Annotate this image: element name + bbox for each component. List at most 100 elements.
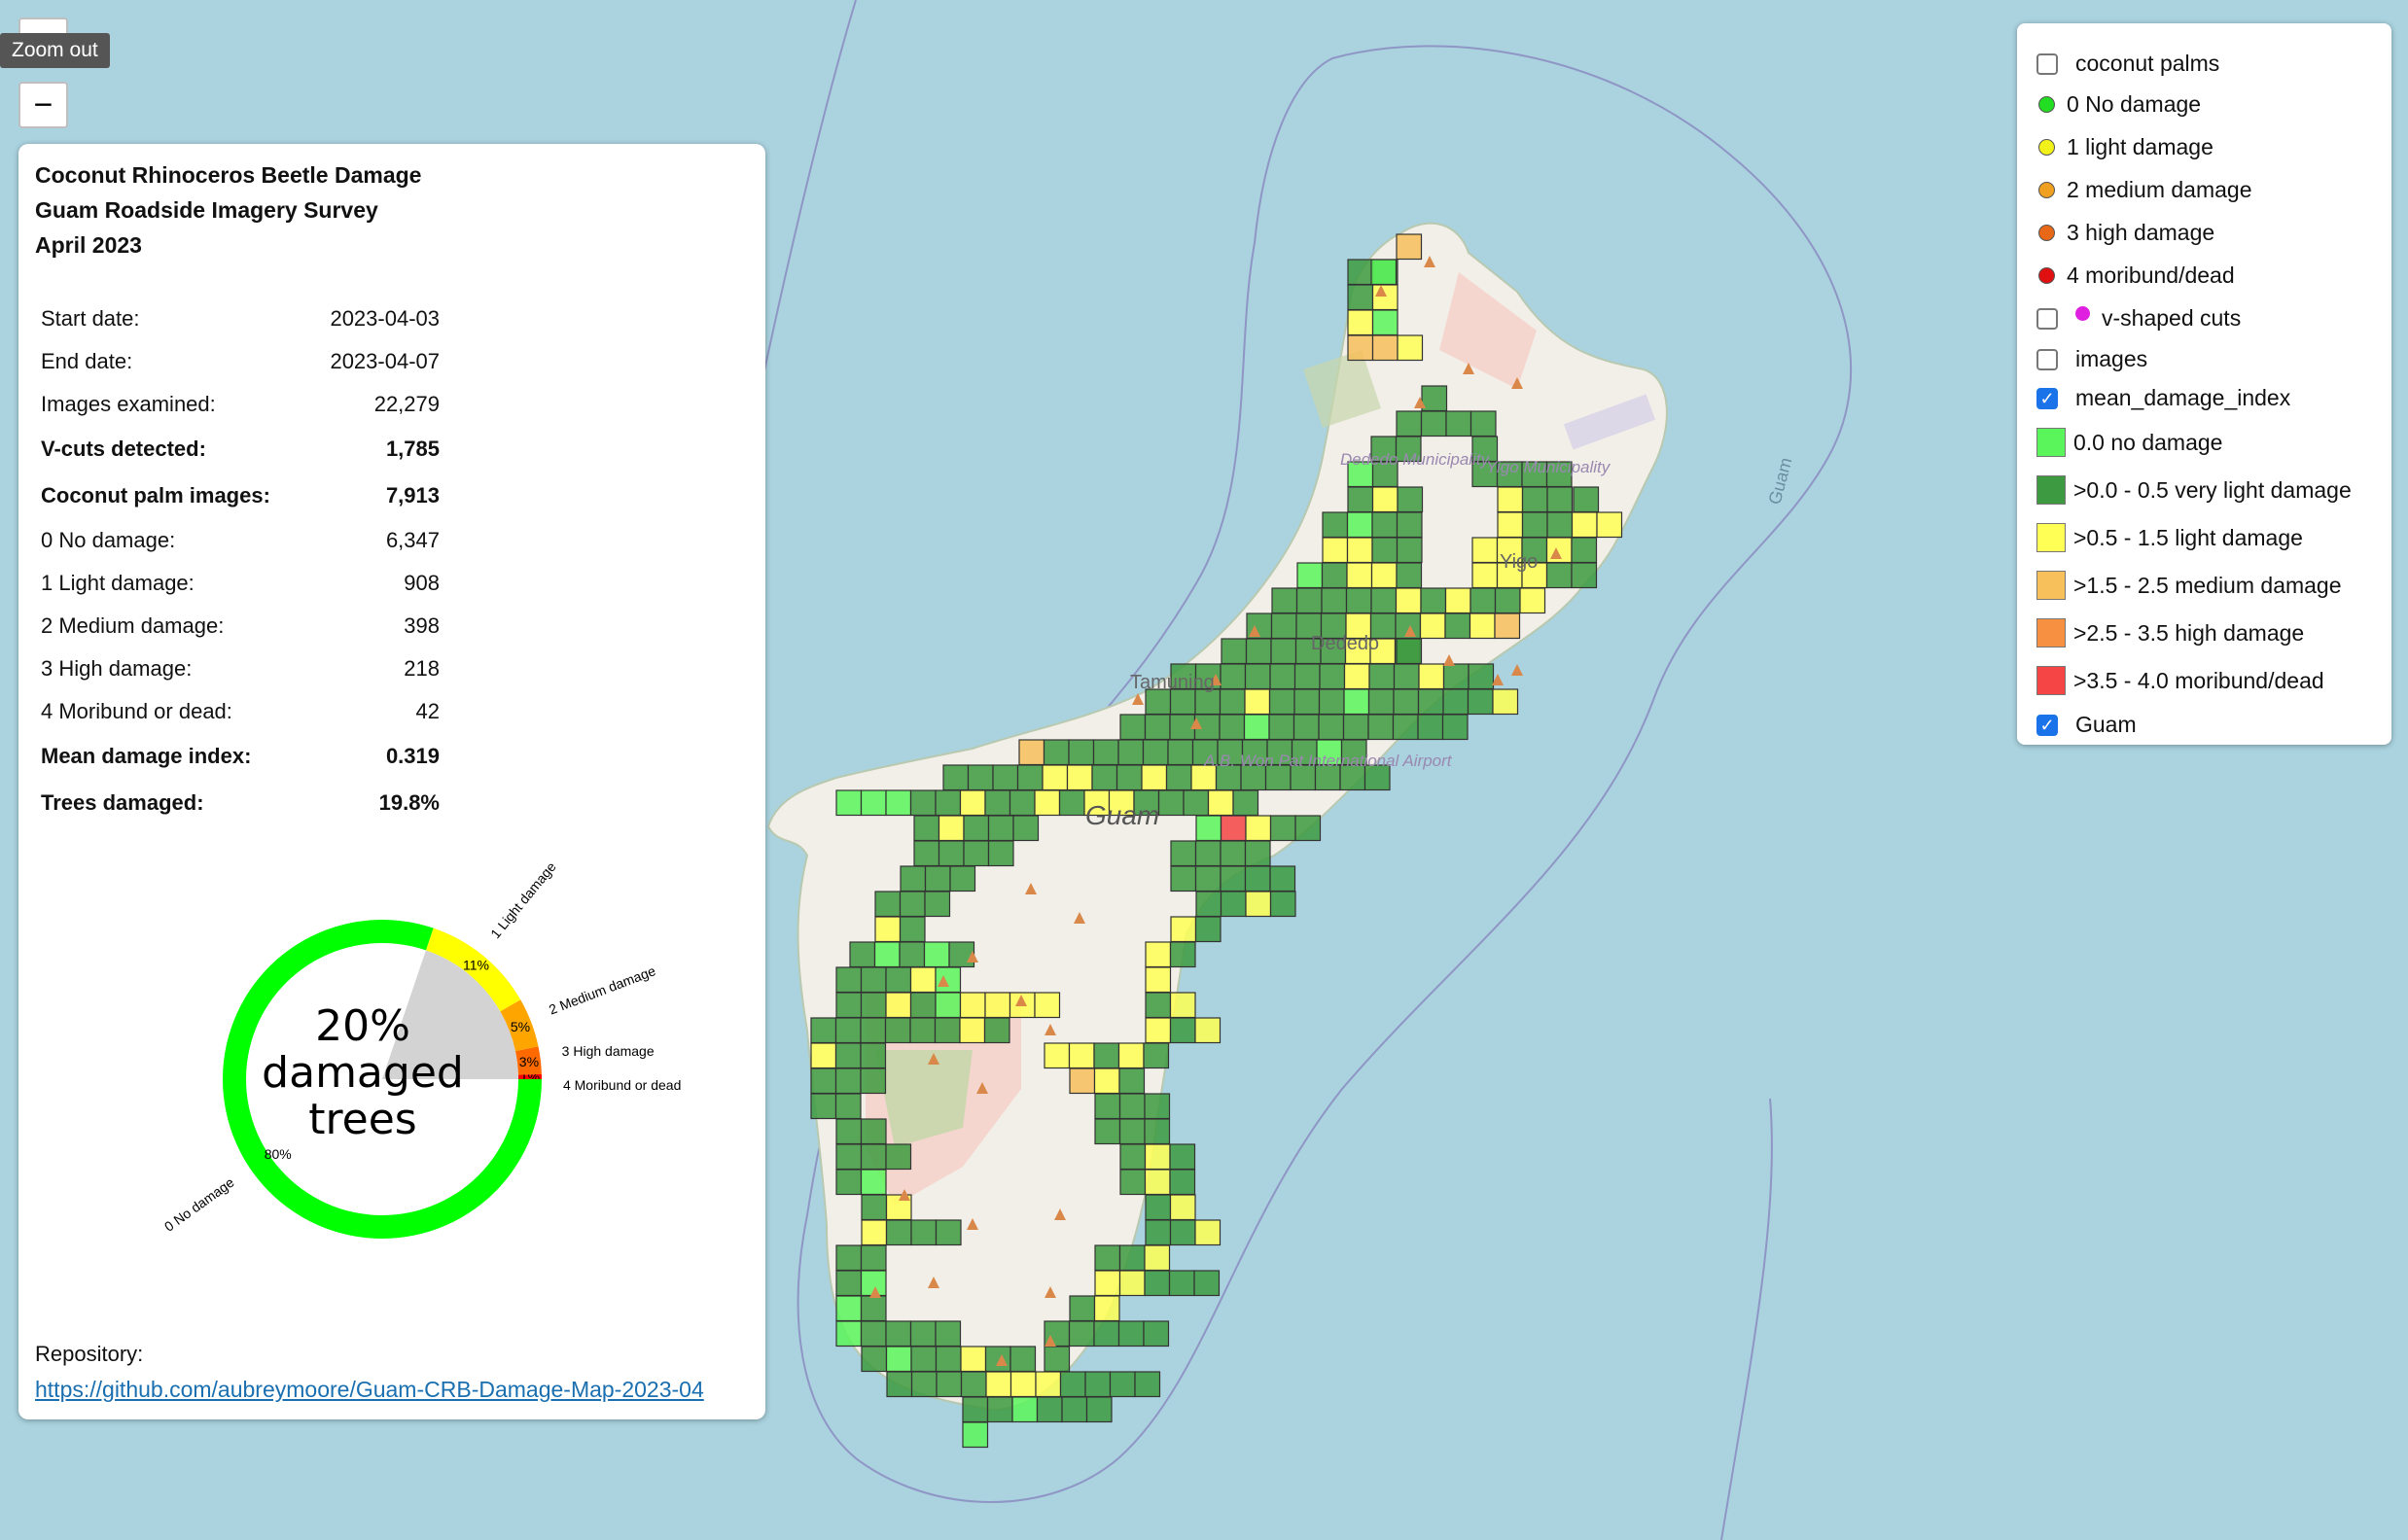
damage-grid-cell[interactable]	[1144, 1244, 1171, 1272]
damage-grid-cell[interactable]	[1093, 1068, 1120, 1095]
layer-checkbox[interactable]	[2036, 307, 2058, 330]
damage-grid-cell[interactable]	[1244, 865, 1271, 892]
damage-grid-cell[interactable]	[1294, 815, 1322, 842]
damage-grid-cell[interactable]	[1011, 1396, 1039, 1423]
damage-grid-cell[interactable]	[1417, 688, 1444, 716]
damage-grid-cell[interactable]	[1469, 612, 1496, 640]
damage-grid-cell[interactable]	[910, 1371, 938, 1398]
damage-grid-cell[interactable]	[1068, 1320, 1095, 1348]
damage-grid-cell[interactable]	[960, 1371, 987, 1398]
damage-grid-cell[interactable]	[1169, 1169, 1196, 1196]
damage-grid-cell[interactable]	[1270, 638, 1297, 665]
damage-grid-cell[interactable]	[834, 1068, 862, 1095]
damage-grid-cell[interactable]	[1193, 1270, 1221, 1297]
damage-grid-cell[interactable]	[861, 1346, 888, 1373]
damage-grid-cell[interactable]	[1036, 1396, 1063, 1423]
damage-grid-cell[interactable]	[1269, 865, 1296, 892]
damage-grid-cell[interactable]	[899, 916, 926, 943]
damage-grid-cell[interactable]	[860, 789, 887, 817]
damage-grid-cell[interactable]	[1571, 537, 1598, 564]
damage-grid-cell[interactable]	[1521, 486, 1548, 513]
damage-grid-cell[interactable]	[1269, 815, 1296, 842]
damage-grid-cell[interactable]	[949, 865, 976, 892]
damage-grid-cell[interactable]	[1043, 739, 1070, 766]
damage-grid-cell[interactable]	[1119, 1143, 1147, 1171]
damage-grid-cell[interactable]	[1442, 663, 1470, 690]
damage-grid-cell[interactable]	[935, 1320, 962, 1348]
damage-grid-cell[interactable]	[1271, 587, 1298, 614]
damage-grid-cell[interactable]	[909, 1320, 937, 1348]
damage-grid-cell[interactable]	[860, 1244, 887, 1272]
damage-grid-cell[interactable]	[1093, 1042, 1120, 1069]
damage-grid-cell[interactable]	[1094, 1118, 1121, 1145]
damage-grid-cell[interactable]	[1134, 1371, 1161, 1398]
legend-item[interactable]: ✓ Guam	[2036, 712, 2137, 738]
damage-grid-cell[interactable]	[1084, 1371, 1112, 1398]
damage-grid-cell[interactable]	[1519, 587, 1546, 614]
damage-grid-cell[interactable]	[885, 1346, 912, 1373]
damage-grid-cell[interactable]	[1395, 587, 1422, 614]
damage-grid-cell[interactable]	[835, 1320, 863, 1348]
damage-grid-cell[interactable]	[1061, 1396, 1088, 1423]
damage-grid-cell[interactable]	[1243, 714, 1270, 741]
damage-grid-cell[interactable]	[1245, 891, 1272, 918]
damage-grid-cell[interactable]	[1117, 1320, 1145, 1348]
damage-grid-cell[interactable]	[835, 992, 863, 1019]
damage-grid-cell[interactable]	[885, 1143, 912, 1171]
damage-grid-cell[interactable]	[1118, 1270, 1146, 1297]
damage-grid-cell[interactable]	[1115, 764, 1143, 791]
damage-grid-cell[interactable]	[1468, 663, 1495, 690]
layer-checkbox[interactable]: ✓	[2036, 714, 2058, 736]
damage-grid-cell[interactable]	[935, 789, 962, 817]
damage-grid-cell[interactable]	[1093, 1295, 1120, 1322]
damage-grid-cell[interactable]	[1009, 1346, 1037, 1373]
damage-grid-cell[interactable]	[1117, 739, 1145, 766]
damage-grid-cell[interactable]	[1169, 941, 1196, 968]
damage-grid-cell[interactable]	[936, 1371, 963, 1398]
damage-grid-cell[interactable]	[1220, 891, 1247, 918]
damage-grid-cell[interactable]	[1109, 1371, 1136, 1398]
damage-grid-cell[interactable]	[810, 1093, 837, 1120]
damage-grid-cell[interactable]	[1293, 663, 1321, 690]
damage-grid-cell[interactable]	[1144, 1143, 1171, 1171]
damage-grid-cell[interactable]	[860, 1068, 887, 1095]
damage-grid-cell[interactable]	[1444, 587, 1471, 614]
damage-grid-cell[interactable]	[1066, 764, 1093, 791]
damage-grid-cell[interactable]	[1042, 764, 1069, 791]
damage-grid-cell[interactable]	[967, 764, 994, 791]
damage-grid-cell[interactable]	[923, 941, 950, 968]
damage-grid-cell[interactable]	[1596, 511, 1623, 539]
damage-grid-cell[interactable]	[860, 992, 887, 1019]
damage-grid-cell[interactable]	[984, 1346, 1011, 1373]
damage-grid-cell[interactable]	[835, 1169, 863, 1196]
damage-grid-cell[interactable]	[1194, 1219, 1222, 1246]
damage-grid-cell[interactable]	[1347, 259, 1374, 286]
damage-grid-cell[interactable]	[1571, 511, 1598, 539]
legend-item[interactable]: coconut palms	[2036, 51, 2219, 77]
damage-grid-cell[interactable]	[1245, 815, 1272, 842]
damage-grid-cell[interactable]	[1145, 1219, 1172, 1246]
damage-grid-cell[interactable]	[1244, 663, 1271, 690]
damage-grid-cell[interactable]	[1219, 688, 1246, 716]
damage-grid-cell[interactable]	[874, 916, 902, 943]
damage-grid-cell[interactable]	[1441, 714, 1469, 741]
damage-grid-cell[interactable]	[1144, 1118, 1171, 1145]
damage-grid-cell[interactable]	[885, 1219, 912, 1246]
damage-grid-cell[interactable]	[1397, 334, 1424, 362]
damage-grid-cell[interactable]	[1392, 714, 1419, 741]
damage-grid-cell[interactable]	[1343, 663, 1370, 690]
damage-grid-cell[interactable]	[1371, 334, 1399, 362]
damage-grid-cell[interactable]	[1145, 992, 1172, 1019]
damage-grid-cell[interactable]	[1396, 233, 1423, 261]
damage-grid-cell[interactable]	[1347, 284, 1374, 311]
damage-grid-cell[interactable]	[1319, 663, 1346, 690]
damage-grid-cell[interactable]	[1069, 1295, 1096, 1322]
damage-grid-cell[interactable]	[987, 840, 1014, 867]
damage-grid-cell[interactable]	[1343, 688, 1370, 716]
damage-grid-cell[interactable]	[1445, 410, 1472, 438]
damage-grid-cell[interactable]	[834, 1093, 862, 1120]
layer-checkbox[interactable]	[2036, 348, 2058, 370]
damage-grid-cell[interactable]	[986, 1396, 1013, 1423]
damage-grid-cell[interactable]	[1232, 789, 1259, 817]
damage-grid-cell[interactable]	[1144, 1093, 1171, 1120]
